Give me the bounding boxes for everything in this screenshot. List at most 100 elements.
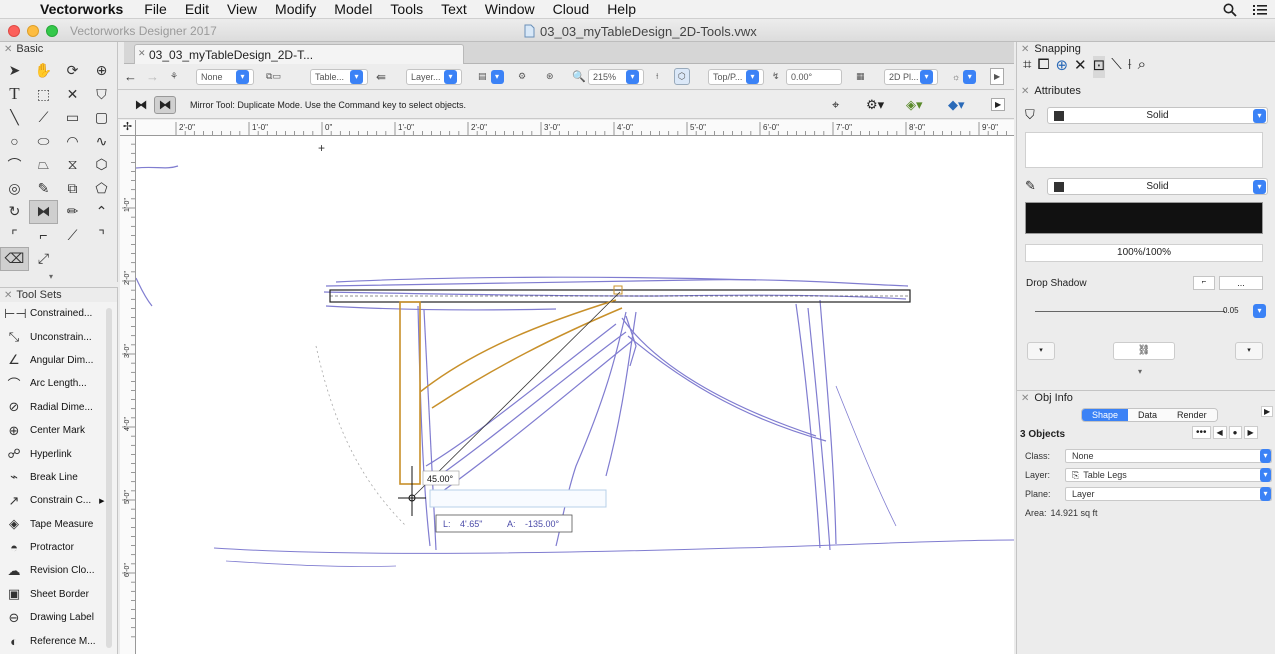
- render-icon[interactable]: ▦: [856, 68, 865, 85]
- drop-shadow-toggle[interactable]: ⌐: [1193, 276, 1215, 290]
- fillet-tool-icon[interactable]: ⌜: [0, 224, 29, 248]
- chamfer-tool-icon[interactable]: ⟋: [58, 224, 87, 248]
- line-tool-icon[interactable]: ╲: [0, 106, 29, 130]
- snap-intersection-icon[interactable]: ✕: [1074, 56, 1087, 78]
- rectangle-tool-icon[interactable]: ▭: [58, 106, 87, 130]
- lighting-icon[interactable]: ☼ ▾: [952, 68, 977, 85]
- tool-item[interactable]: ⊢⊣ Constrained...: [0, 302, 117, 325]
- view-cube-icon[interactable]: ⟊: [656, 68, 658, 85]
- gear-icon[interactable]: ⚙▾: [866, 97, 884, 113]
- tool-item[interactable]: ↗ Constrain C... ▶: [0, 489, 117, 512]
- snap-angle-icon[interactable]: ⟍: [1111, 56, 1122, 78]
- mirror-tool-icon[interactable]: ⧓: [29, 200, 58, 224]
- tab-shape[interactable]: Shape: [1082, 409, 1129, 421]
- marquee-tool-icon[interactable]: ⬚: [29, 83, 58, 107]
- snap-icon[interactable]: ⌖: [832, 97, 839, 113]
- tool-item[interactable]: ☍ Hyperlink: [0, 442, 117, 465]
- tool-item[interactable]: ◐ Reference M...: [0, 629, 117, 652]
- hook-tool-icon[interactable]: ⌝: [87, 224, 116, 248]
- next-object-icon[interactable]: ▶: [1243, 426, 1258, 439]
- current-object-icon[interactable]: ●: [1228, 426, 1242, 439]
- rotate-tool-icon[interactable]: ↻: [0, 200, 29, 224]
- pan-tool-icon[interactable]: ✋: [29, 59, 58, 83]
- duplicate-mode-icon[interactable]: ⧓: [154, 96, 176, 114]
- menu-window[interactable]: Window: [476, 1, 544, 17]
- close-palette-icon[interactable]: ✕: [4, 44, 12, 55]
- prev-object-icon[interactable]: ◀: [1212, 426, 1227, 439]
- projection-icon[interactable]: ⬡: [674, 68, 690, 85]
- tool-item[interactable]: ☁ Revision Clo...: [0, 559, 117, 582]
- line-weight-stepper[interactable]: ▾: [1253, 304, 1266, 318]
- close-toolsets-icon[interactable]: ✕: [4, 290, 12, 301]
- menu-cloud[interactable]: Cloud: [544, 1, 599, 17]
- x-tool-icon[interactable]: ✕: [58, 83, 87, 107]
- plane-icon[interactable]: ◈▾: [906, 97, 923, 113]
- opacity-field[interactable]: 100%/100%: [1025, 244, 1263, 262]
- snap-distance-icon[interactable]: ⊡: [1092, 56, 1106, 78]
- drop-shadow-button[interactable]: ...: [1219, 276, 1263, 290]
- tab-render[interactable]: Render: [1167, 409, 1217, 421]
- attributes-collapse-icon[interactable]: ▾: [1138, 367, 1142, 376]
- attributes-left-button[interactable]: ▾: [1027, 342, 1055, 360]
- fill-style-select[interactable]: Solid ▾: [1047, 106, 1268, 124]
- eyedropper-tool-icon[interactable]: ✎: [29, 177, 58, 201]
- polyline-tool-icon[interactable]: ⌒: [0, 153, 29, 177]
- link-icon[interactable]: ⛓: [1113, 342, 1175, 360]
- zoom-window-button[interactable]: [46, 25, 58, 37]
- menu-app-name[interactable]: Vectorworks: [34, 1, 135, 17]
- tab-data[interactable]: Data: [1128, 409, 1168, 421]
- sheet-icon[interactable]: ▤ ▾: [478, 68, 504, 85]
- vertex-tool-icon[interactable]: ⌃: [87, 200, 116, 224]
- obj-info-overflow-icon[interactable]: ▶: [1261, 406, 1274, 417]
- tool-item[interactable]: ⊕ Center Mark: [0, 419, 117, 442]
- design-layer-select[interactable]: Table... ▾: [310, 68, 368, 85]
- render-mode-select[interactable]: 2D Pl... ▾: [884, 68, 938, 85]
- layer-arrow-icon[interactable]: ⇚: [376, 68, 386, 85]
- minimize-window-button[interactable]: [27, 25, 39, 37]
- vertical-ruler[interactable]: 1'-0" 2'-0" 3'-0" 4'-0" 5'-0" 6'-0": [120, 136, 136, 654]
- notification-list-icon[interactable]: [1253, 4, 1267, 16]
- document-tab[interactable]: ✕ 03_03_myTableDesign_2D-T...: [134, 44, 464, 64]
- back-arrow-icon[interactable]: ←: [124, 68, 137, 85]
- selection-tool-icon[interactable]: ➤: [0, 59, 29, 83]
- flyover-tool-icon[interactable]: ⟳: [58, 59, 87, 83]
- spiral-tool-icon[interactable]: ◎: [0, 177, 29, 201]
- menu-edit[interactable]: Edit: [176, 1, 218, 17]
- pencil-tool-icon[interactable]: ✏: [58, 200, 87, 224]
- ruler-origin[interactable]: ✢: [120, 120, 136, 136]
- rotation-icon[interactable]: ↯: [772, 68, 780, 85]
- menu-tools[interactable]: Tools: [381, 1, 432, 17]
- drawing-canvas[interactable]: + 45.00° L: 4'.65" A: -135.00°: [136, 136, 1014, 654]
- polygon-tool-icon[interactable]: ⏢: [29, 153, 58, 177]
- zoom-select[interactable]: 215% ▾: [588, 68, 644, 85]
- mirror-mode-icon[interactable]: ⧓: [132, 97, 150, 114]
- attribute-tool-icon[interactable]: ⛉: [87, 83, 116, 107]
- oval-tool-icon[interactable]: ⬭: [29, 130, 58, 154]
- layer-select[interactable]: ⎘ Table Legs ▾: [1065, 467, 1272, 482]
- table-leg-rect[interactable]: [399, 301, 421, 485]
- tool-item[interactable]: ⊘ Radial Dime...: [0, 396, 117, 419]
- menu-file[interactable]: File: [135, 1, 176, 17]
- active-class-select[interactable]: None ▾: [196, 68, 254, 85]
- toolsets-scrollbar[interactable]: [106, 308, 112, 648]
- menu-model[interactable]: Model: [325, 1, 381, 17]
- menu-help[interactable]: Help: [598, 1, 645, 17]
- tool-item[interactable]: ⤡ Unconstrain...: [0, 325, 117, 348]
- tool-item[interactable]: ⌁ Break Line: [0, 466, 117, 489]
- tool-item[interactable]: ⌒ Arc Length...: [0, 372, 117, 395]
- snap-box-icon[interactable]: ⧠: [1037, 56, 1049, 78]
- more-icon[interactable]: •••: [1192, 426, 1211, 439]
- palette-expand-icon[interactable]: ▾: [49, 272, 53, 281]
- menu-modify[interactable]: Modify: [266, 1, 325, 17]
- tool-item[interactable]: ◓ Protractor: [0, 536, 117, 559]
- attributes-right-button[interactable]: ▾: [1235, 342, 1263, 360]
- zoom-tool-icon[interactable]: ⊕: [87, 59, 116, 83]
- tool-item[interactable]: ∠ Angular Dim...: [0, 349, 117, 372]
- class-visibility-icon[interactable]: ⚘: [170, 68, 178, 85]
- close-snapping-icon[interactable]: ✕: [1021, 44, 1029, 55]
- transform-tool-icon[interactable]: ⧉: [58, 177, 87, 201]
- line-weight-slider[interactable]: [1035, 311, 1225, 312]
- plane-select[interactable]: Layer ▾: [1065, 486, 1272, 501]
- eraser-tool-icon[interactable]: ⌫: [0, 247, 29, 271]
- reshape-tool-icon[interactable]: ⬠: [87, 177, 116, 201]
